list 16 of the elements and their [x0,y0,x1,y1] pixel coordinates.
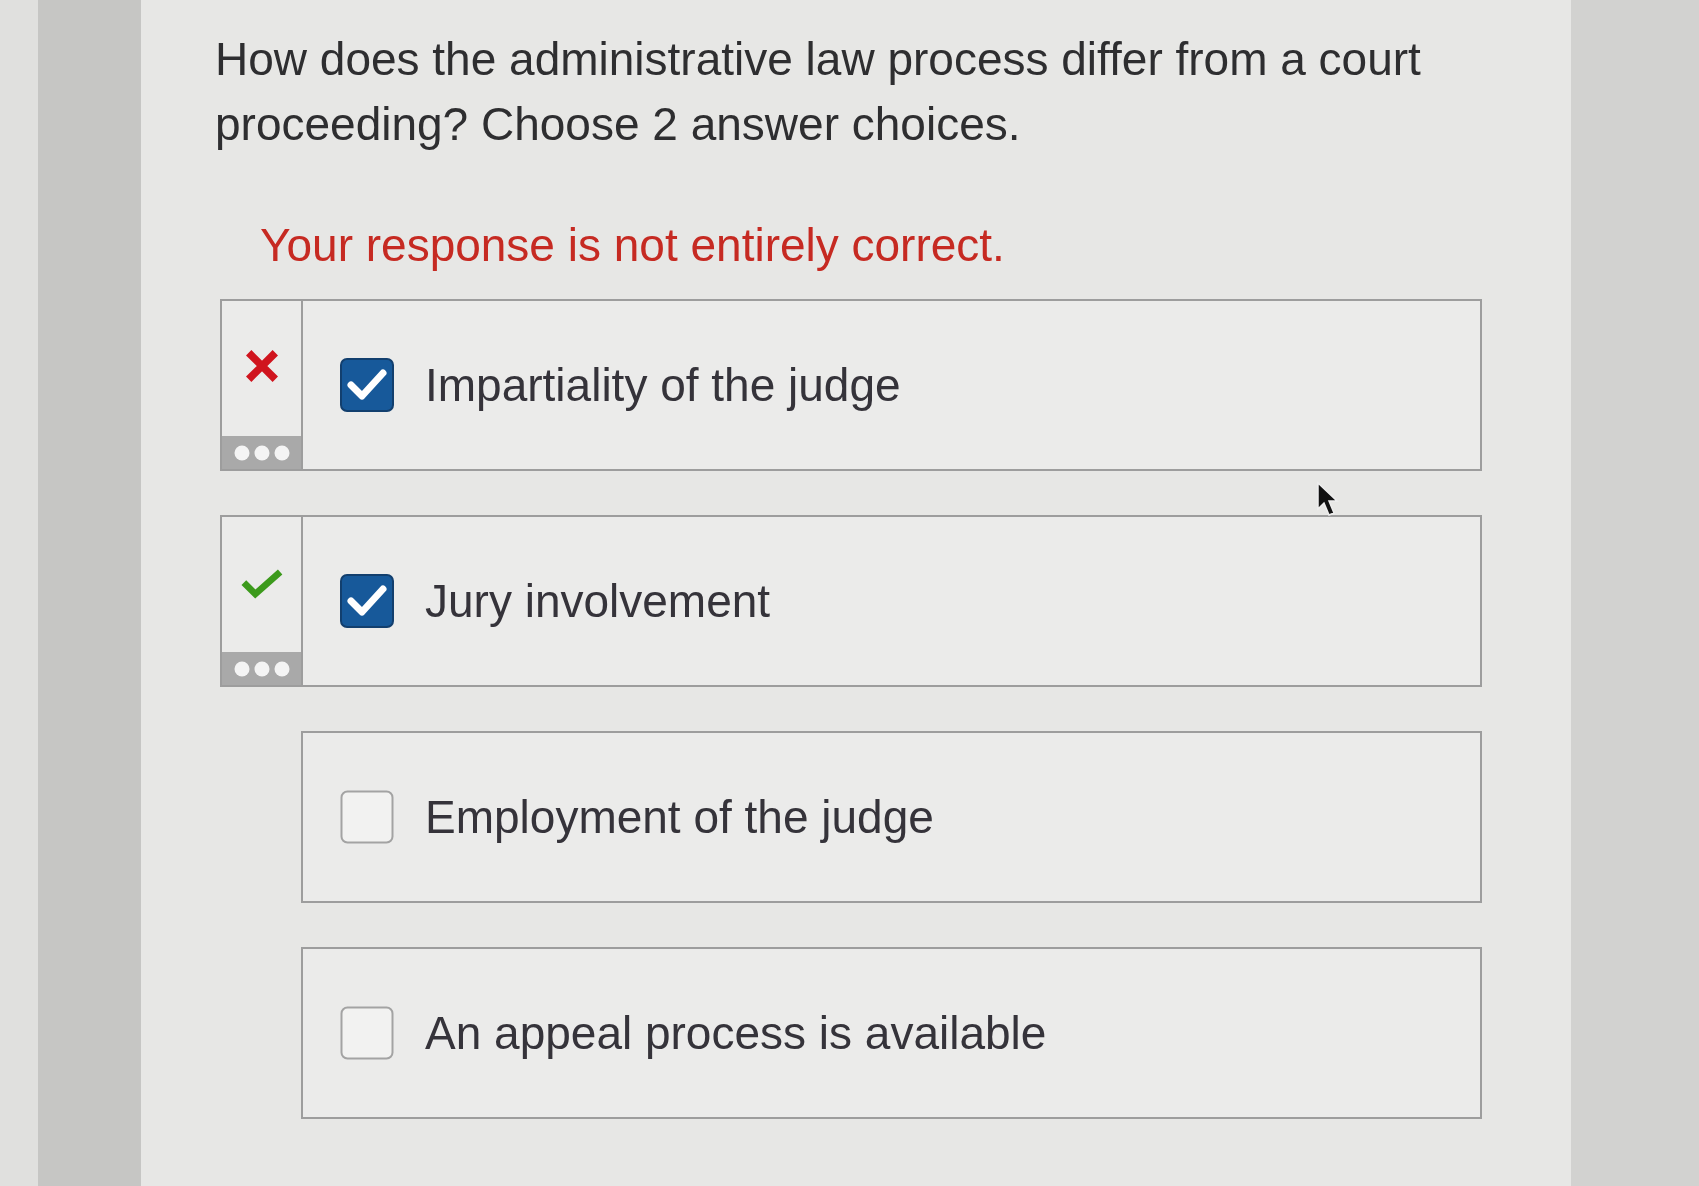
answer-option[interactable]: An appeal process is available [301,947,1482,1119]
more-button[interactable] [222,652,301,685]
checkbox[interactable] [340,358,394,412]
answer-option[interactable]: Impartiality of the judge [301,299,1482,471]
checkbox[interactable] [340,1006,394,1060]
answer-option[interactable]: Employment of the judge [301,731,1482,903]
checkbox[interactable] [340,574,394,628]
answer-option[interactable]: Jury involvement [301,515,1482,687]
feedback-message: Your response is not entirely correct. [260,218,1005,273]
mouse-pointer-icon [1316,481,1340,519]
tick-icon [240,568,283,599]
ellipsis-icon [233,444,290,461]
more-button[interactable] [222,436,301,469]
checkbox[interactable] [340,790,394,844]
question-text: How does the administrative law process differ from a court proceeding? Choose 2 answer choices. [215,32,1422,152]
ellipsis-icon [233,660,290,677]
